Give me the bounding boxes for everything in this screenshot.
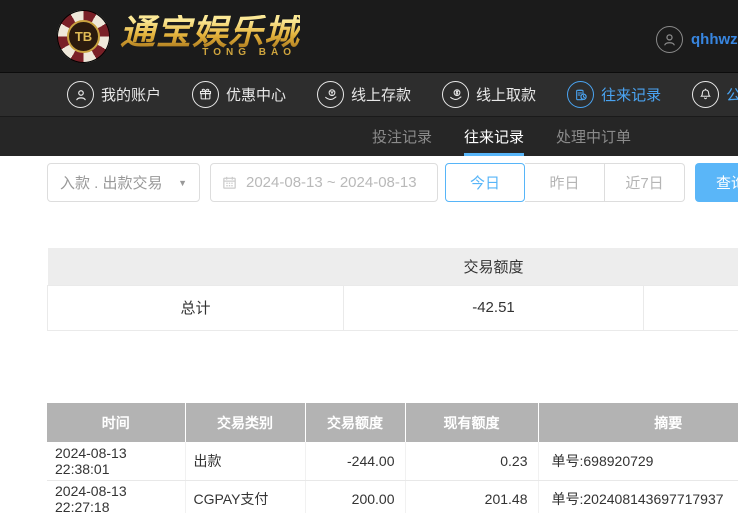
summary-header-row: 交易额度: [47, 248, 738, 285]
nav-item-records[interactable]: 往来记录: [567, 81, 661, 108]
cell-balance: 0.23: [405, 442, 539, 481]
nav-label: 优惠中心: [226, 87, 287, 104]
sub-tab-bar: 投注记录 往来记录 处理中订单: [0, 116, 738, 156]
gift-icon: [192, 81, 220, 108]
cell-summary: 单号:698920729: [538, 442, 738, 481]
cell-time: 2024-08-13 22:27:18: [47, 480, 186, 513]
site-logo[interactable]: TB 通宝娱乐城 TONG BAO: [57, 10, 300, 63]
filter-row: 入款 . 出款交易 ▼ 2024-08-13 ~ 2024-08-13 今日 昨…: [47, 163, 738, 202]
withdraw-icon: [442, 81, 470, 108]
quick-range-group: 今日 昨日 近7日: [445, 163, 685, 202]
main-nav: 我的账户 优惠中心 线上存款 线上取款 往来记录 公: [0, 72, 738, 116]
chip-monogram: TB: [67, 20, 100, 53]
summary-header-empty: [47, 248, 344, 285]
cell-amount: -244.00: [305, 442, 406, 481]
cell-type: 出款: [185, 442, 306, 481]
col-summary: 摘要: [538, 403, 738, 442]
summary-total-row: 总计 -42.51: [47, 284, 738, 331]
cell-time: 2024-08-13 22:38:01: [47, 442, 186, 481]
nav-item-promotions[interactable]: 优惠中心: [192, 81, 286, 108]
cell-balance: 201.48: [405, 480, 539, 513]
records-icon: [567, 81, 595, 108]
col-amount: 交易额度: [305, 403, 406, 442]
tab-transaction-records[interactable]: 往来记录: [464, 117, 525, 156]
tab-betting-records[interactable]: 投注记录: [372, 117, 432, 156]
summary-header-empty: [643, 248, 738, 285]
nav-item-announcements[interactable]: 公告: [692, 81, 738, 108]
nav-item-withdraw[interactable]: 线上取款: [442, 81, 536, 108]
table-row: 2024-08-13 22:27:18 CGPAY支付 200.00 201.4…: [47, 480, 738, 513]
col-balance: 现有额度: [405, 403, 539, 442]
cell-type: CGPAY支付: [185, 480, 306, 513]
col-type: 交易类别: [185, 403, 306, 442]
search-button[interactable]: 查询: [695, 163, 738, 202]
table-row: 2024-08-13 22:38:01 出款 -244.00 0.23 单号:6…: [47, 442, 738, 481]
nav-label: 往来记录: [601, 87, 662, 104]
deposit-icon: [317, 81, 345, 108]
tab-processing-orders[interactable]: 处理中订单: [556, 117, 631, 156]
col-time: 时间: [47, 403, 186, 442]
user-icon: [67, 81, 94, 108]
logo-text: 通宝娱乐城 TONG BAO: [120, 12, 301, 59]
summary-table: 交易额度 总计 -42.51: [47, 248, 738, 331]
chevron-down-icon: ▼: [178, 177, 187, 188]
nav-label: 我的账户: [101, 87, 162, 104]
logo-title: 通宝娱乐城: [120, 12, 301, 52]
yesterday-button[interactable]: 昨日: [525, 163, 605, 202]
calendar-icon: [223, 176, 236, 189]
user-account[interactable]: qhhwz: [656, 26, 738, 53]
tab-label: 投注记录: [372, 129, 433, 146]
summary-empty-cell: [643, 284, 738, 331]
records-header-row: 时间 交易类别 交易额度 现有额度 摘要: [47, 403, 738, 442]
avatar-icon: [656, 26, 683, 53]
nav-label: 线上取款: [476, 87, 537, 104]
today-button[interactable]: 今日: [445, 163, 525, 202]
transaction-type-select[interactable]: 入款 . 出款交易 ▼: [47, 163, 200, 202]
summary-total-value: -42.51: [343, 284, 644, 331]
date-range-input[interactable]: 2024-08-13 ~ 2024-08-13: [210, 163, 438, 202]
tab-label: 处理中订单: [556, 129, 632, 146]
tab-label: 往来记录: [464, 129, 525, 146]
casino-chip-icon: TB: [57, 10, 110, 63]
transaction-records-page: TB 通宝娱乐城 TONG BAO qhhwz 我的账户 优惠中心 线上存款 线…: [0, 0, 738, 513]
username: qhhwz: [691, 31, 738, 48]
summary-total-label: 总计: [47, 284, 344, 331]
logo-subtitle: TONG BAO: [202, 47, 297, 59]
nav-item-deposit[interactable]: 线上存款: [317, 81, 411, 108]
nav-label: 公告: [726, 87, 738, 104]
records-table: 时间 交易类别 交易额度 现有额度 摘要 2024-08-13 22:38:01…: [47, 403, 738, 513]
nav-label: 线上存款: [351, 87, 412, 104]
content-area: 入款 . 出款交易 ▼ 2024-08-13 ~ 2024-08-13 今日 昨…: [0, 156, 738, 513]
top-bar: TB 通宝娱乐城 TONG BAO qhhwz: [0, 0, 738, 72]
summary-header-amount: 交易额度: [343, 248, 644, 285]
cell-amount: 200.00: [305, 480, 406, 513]
cell-summary: 单号:202408143697717937: [538, 480, 738, 513]
date-range-value: 2024-08-13 ~ 2024-08-13: [246, 174, 417, 191]
nav-item-my-account[interactable]: 我的账户: [67, 81, 161, 108]
select-value: 入款 . 出款交易: [60, 175, 163, 192]
bell-icon: [692, 81, 720, 108]
last7days-button[interactable]: 近7日: [605, 163, 685, 202]
